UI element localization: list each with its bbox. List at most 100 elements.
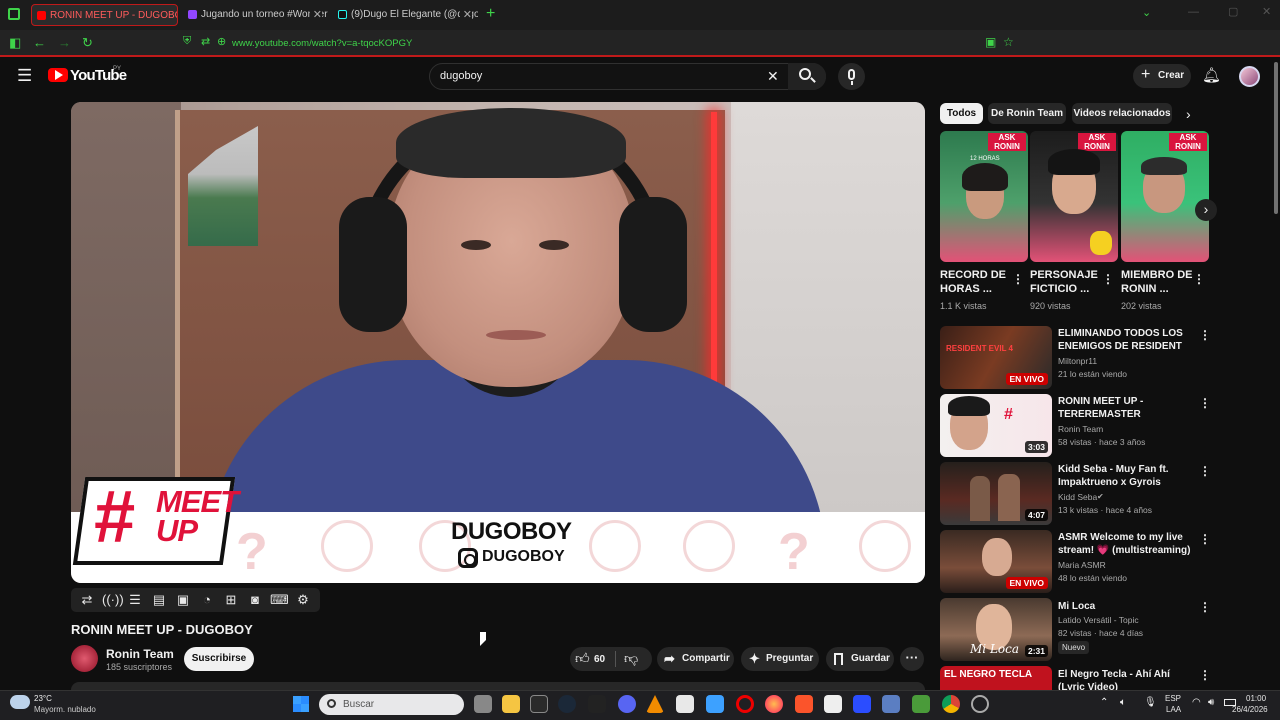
video-title[interactable]: RONIN MEET UP - TEREREMASTER — [1058, 395, 1194, 421]
taskbar-search[interactable]: Buscar — [319, 694, 464, 715]
app-icon[interactable] — [706, 695, 724, 713]
reload-icon[interactable]: ↻ — [82, 35, 93, 51]
clear-search-icon[interactable]: ✕ — [767, 68, 779, 85]
volume-icon[interactable]: 🔊︎ — [1208, 697, 1214, 708]
video-title[interactable]: ELIMINANDO TODOS LOS ENEMIGOS DE RESIDEN… — [1058, 327, 1194, 353]
clock-date[interactable]: 26/4/2026 — [1232, 705, 1268, 714]
firefox-icon[interactable] — [765, 695, 783, 713]
notifications-bell-icon[interactable]: 🔔︎ — [1202, 66, 1221, 84]
chrome-icon[interactable] — [942, 695, 960, 713]
forward-icon[interactable]: → — [58, 35, 71, 50]
video-thumbnail[interactable]: 4:07 — [940, 462, 1052, 525]
tray-chevron-icon[interactable]: ⌃ — [1100, 697, 1108, 708]
short-thumbnail[interactable]: ASK RONIN — [1030, 131, 1118, 262]
kebab-menu-icon[interactable]: ⋮ — [1199, 396, 1211, 410]
short-title[interactable]: RECORD DE HORAS ... — [940, 268, 1015, 296]
screenshot-icon[interactable]: ▣ — [985, 35, 996, 49]
video-channel[interactable]: Ronin Team — [1058, 424, 1103, 434]
short-title[interactable]: MIEMBRO DE RONIN ... — [1121, 268, 1196, 296]
loop-icon[interactable]: ⇄ — [78, 591, 96, 609]
kebab-menu-icon[interactable]: ⋮ — [1199, 328, 1211, 342]
discord-icon[interactable] — [618, 695, 636, 713]
weather-temp[interactable]: 23°C — [34, 694, 52, 703]
voice-search-button[interactable] — [838, 63, 865, 90]
video-channel[interactable]: Maria ASMR — [1058, 560, 1106, 570]
start-icon[interactable] — [293, 696, 309, 712]
task-view-icon[interactable] — [474, 695, 492, 713]
epic-games-icon[interactable] — [530, 695, 548, 713]
kebab-menu-icon[interactable]: ⋮ — [1199, 600, 1211, 614]
video-player[interactable]: ? ? # MEET UP DUGOBOY DUGOBOY — [71, 102, 925, 583]
url-field[interactable]: www.youtube.com/watch?v=a-tqocKOPGY — [232, 38, 412, 49]
video-channel[interactable]: Latido Versátil - Topic — [1058, 615, 1139, 625]
ask-button[interactable]: ✦ Preguntar — [741, 647, 819, 671]
shorts-next-button[interactable]: › — [1195, 199, 1217, 221]
video-title[interactable]: Mi Loca — [1058, 600, 1194, 613]
tab-tiktok[interactable]: (9)Dugo El Elegante (@dugobo ✕ — [333, 4, 478, 26]
minecraft-icon[interactable] — [912, 695, 930, 713]
wifi-icon[interactable]: ◠ — [1192, 697, 1201, 708]
pdf-icon[interactable] — [824, 695, 842, 713]
tab-youtube[interactable]: RONIN MEET UP - DUGOBOY - — [31, 4, 178, 26]
speed-icon[interactable]: ◔ — [198, 591, 216, 609]
steam-icon[interactable] — [558, 695, 576, 713]
kebab-menu-icon[interactable]: ⋮ — [1199, 464, 1211, 478]
save-button[interactable]: Guardar — [826, 647, 894, 671]
close-tab-icon[interactable]: ✕ — [309, 8, 322, 21]
avatar[interactable] — [1239, 66, 1260, 87]
chevron-right-icon[interactable]: › — [1186, 106, 1191, 122]
store-icon[interactable] — [676, 695, 694, 713]
image-add-icon[interactable]: ⊞ — [222, 591, 240, 609]
app-icon[interactable] — [853, 695, 871, 713]
video-thumbnail[interactable]: RESIDENT EVIL 4 EN VIVO — [940, 326, 1052, 389]
file-explorer-icon[interactable] — [502, 695, 520, 713]
playlist-icon[interactable]: ☰ — [126, 591, 144, 609]
tab-twitch[interactable]: Jugando un torneo #Wondercu ✕ — [183, 4, 328, 26]
kebab-menu-icon[interactable]: ⋮ — [1012, 272, 1024, 286]
video-thumbnail[interactable]: EL NEGRO TECLA — [940, 666, 1052, 690]
video-title[interactable]: ASMR Welcome to my live stream! 💗 (multi… — [1058, 531, 1194, 557]
broadcast-icon[interactable]: ((·)) — [102, 591, 124, 609]
bookmark-star-icon[interactable]: ☆ — [1003, 35, 1014, 49]
search-button[interactable] — [788, 63, 826, 90]
back-icon[interactable]: ← — [33, 35, 46, 50]
shield-icon[interactable]: ⛨ — [183, 35, 191, 48]
chevron-down-icon[interactable]: ⌄ — [1142, 6, 1151, 19]
camera-icon[interactable]: ◙ — [246, 591, 264, 609]
search-input[interactable]: dugoboy — [440, 70, 482, 82]
keyboard-icon[interactable]: ⌨ — [270, 591, 289, 609]
weather-icon[interactable] — [10, 695, 30, 709]
video-thumbnail[interactable]: EN VIVO — [940, 530, 1052, 593]
subscribe-button[interactable]: Suscribirse — [184, 647, 254, 671]
workspaces-icon[interactable] — [8, 8, 20, 20]
brave-icon[interactable] — [795, 695, 813, 713]
video-title[interactable]: El Negro Tecla - Ahí Ahí (Lyric Video) — [1058, 668, 1194, 690]
kebab-menu-icon[interactable]: ⋮ — [1102, 272, 1114, 286]
share-button[interactable]: ➦ Compartir — [657, 647, 734, 671]
channel-avatar[interactable] — [71, 645, 98, 672]
create-button[interactable]: + Crear — [1133, 64, 1191, 88]
app-icon[interactable] — [971, 695, 989, 713]
connection-icon[interactable]: ⇄ — [201, 35, 210, 48]
kebab-menu-icon[interactable]: ⋮ — [1193, 272, 1205, 286]
minimize-icon[interactable]: — — [1188, 6, 1199, 18]
scrollbar[interactable] — [1274, 62, 1278, 214]
maximize-icon[interactable]: ▢ — [1228, 5, 1238, 18]
microphone-icon[interactable]: 🎙︎ — [1144, 697, 1157, 708]
language-indicator[interactable]: ESP — [1165, 694, 1181, 703]
kebab-menu-icon[interactable]: ⋮ — [1199, 532, 1211, 546]
short-thumbnail[interactable]: ASK RONIN — [1121, 131, 1209, 262]
close-tab-icon[interactable]: ✕ — [459, 8, 472, 21]
kebab-menu-icon[interactable]: ⋮ — [1199, 668, 1211, 682]
thumbs-down-icon[interactable]: 👎︎ — [624, 650, 638, 667]
new-tab-button[interactable]: + — [486, 5, 495, 23]
chip-from-channel[interactable]: De Ronin Team — [988, 103, 1066, 124]
clock-time[interactable]: 01:00 — [1246, 694, 1266, 703]
video-channel[interactable]: Kidd Seba — [1058, 492, 1097, 502]
opera-icon[interactable] — [736, 695, 754, 713]
video-thumbnail[interactable]: Mi Loca 2:31 — [940, 598, 1052, 661]
video-title[interactable]: Kidd Seba - Muy Fan ft. Impaktrueno x Gy… — [1058, 463, 1194, 489]
app-icon[interactable] — [882, 695, 900, 713]
short-thumbnail[interactable]: ASK RONIN 12 HORAS — [940, 131, 1028, 262]
chip-all[interactable]: Todos — [940, 103, 983, 124]
